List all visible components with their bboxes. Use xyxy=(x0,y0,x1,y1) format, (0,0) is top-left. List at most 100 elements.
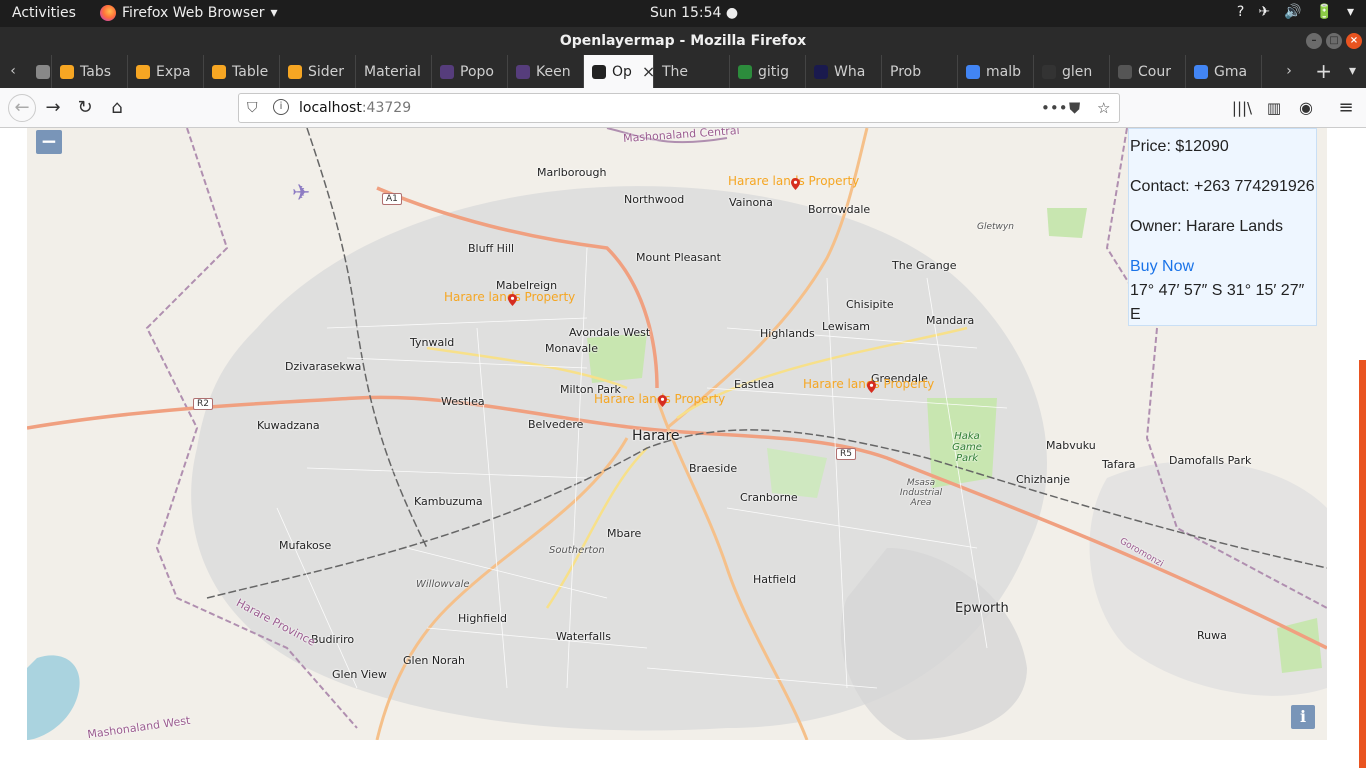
place-label: Vainona xyxy=(729,196,773,209)
maximize-icon[interactable]: □ xyxy=(1326,33,1342,49)
tab-label: Expa xyxy=(156,63,191,80)
place-label: Kuwadzana xyxy=(257,419,320,432)
tab-7[interactable]: Keen xyxy=(508,55,584,88)
list-all-tabs-icon[interactable]: ▾ xyxy=(1349,55,1356,88)
back-button[interactable]: ← xyxy=(8,94,36,122)
zoom-out-button[interactable]: − xyxy=(36,130,62,154)
hamburger-menu-icon[interactable]: ≡ xyxy=(1334,96,1358,120)
tab-2[interactable]: Expa xyxy=(128,55,204,88)
tab-13[interactable]: malb xyxy=(958,55,1034,88)
place-label: Mufakose xyxy=(279,539,332,552)
forward-button[interactable]: → xyxy=(41,96,65,120)
app-menu[interactable]: Firefox Web Browser ▾ xyxy=(100,5,278,21)
navigation-bar: ← → ↻ ⌂ ⛉ i localhost:43729 ••• ⛊ ☆ |||\… xyxy=(0,88,1366,128)
tab-6[interactable]: Popo xyxy=(432,55,508,88)
tab-14[interactable]: glen xyxy=(1034,55,1110,88)
place-label: Budiriro xyxy=(311,633,355,646)
tab-favicon-icon xyxy=(136,64,150,79)
tab-11[interactable]: Wha xyxy=(806,55,882,88)
tab-favicon-icon xyxy=(212,64,226,79)
chevron-down-icon: ▾ xyxy=(270,5,278,21)
tab-label: Sider xyxy=(308,63,345,80)
tab-0[interactable]: yo xyxy=(28,55,52,88)
tab-label: Prob xyxy=(890,63,922,80)
place-label: Marlborough xyxy=(537,166,607,179)
buy-now-link[interactable]: Buy Now xyxy=(1130,258,1194,276)
industrial-area-label: Msasa Industrial Area xyxy=(899,478,943,508)
place-label-city: Harare xyxy=(632,428,680,444)
place-label: Waterfalls xyxy=(556,630,611,643)
tracking-shield-icon[interactable]: ⛉ xyxy=(247,100,258,116)
place-label: Ruwa xyxy=(1197,629,1227,642)
place-label: Eastlea xyxy=(734,378,775,391)
system-tray[interactable]: ? ✈ 🔊 🔋 ▾ xyxy=(1237,4,1354,20)
pocket-icon[interactable]: ⛊ xyxy=(1069,99,1080,117)
clock[interactable]: Sun 15:54 ● xyxy=(650,5,738,21)
tab-label: Table xyxy=(232,63,269,80)
place-label: Damofalls Park xyxy=(1169,454,1252,467)
tab-label: Gma xyxy=(1214,63,1248,80)
network-icon: ? xyxy=(1236,4,1245,20)
place-label: Hatfield xyxy=(753,573,797,586)
tab-3[interactable]: Table xyxy=(204,55,280,88)
battery-icon: 🔋 xyxy=(1315,4,1333,20)
url-bar[interactable]: ⛉ i localhost:43729 ••• ⛊ ☆ xyxy=(238,93,1120,123)
scroll-tabs-left-icon[interactable]: ‹ xyxy=(0,55,26,88)
tab-favicon-icon xyxy=(60,64,74,79)
place-label: Cranborne xyxy=(740,491,798,504)
place-label: Tynwald xyxy=(410,336,455,349)
tab-9[interactable]: The xyxy=(654,55,730,88)
scroll-tabs-right-icon[interactable]: › xyxy=(1276,55,1302,88)
place-label: Glen View xyxy=(332,668,387,681)
close-tab-icon[interactable]: × xyxy=(642,62,653,81)
place-label: Highfield xyxy=(458,612,508,625)
place-label: Kambuzuma xyxy=(414,495,483,508)
tab-label: Wha xyxy=(834,63,866,80)
tab-label: gitig xyxy=(758,63,790,80)
popup-owner: Owner: Harare Lands xyxy=(1130,218,1283,235)
reload-button[interactable]: ↻ xyxy=(73,96,97,120)
tab-16[interactable]: Gma xyxy=(1186,55,1262,88)
tab-favicon-icon xyxy=(36,64,50,79)
place-label: Monavale xyxy=(545,342,599,355)
account-icon[interactable]: ◉ xyxy=(1294,96,1318,120)
place-label: Northwood xyxy=(624,193,685,206)
tab-label: Op xyxy=(612,63,632,80)
tab-favicon-icon xyxy=(1194,64,1208,79)
home-button[interactable]: ⌂ xyxy=(105,96,129,120)
page-actions-icon[interactable]: ••• xyxy=(1041,99,1068,117)
property-marker-pin-icon[interactable] xyxy=(658,395,667,407)
minimize-icon[interactable]: – xyxy=(1306,33,1322,49)
property-marker-pin-icon[interactable] xyxy=(867,381,876,393)
place-label: Chisipite xyxy=(846,298,894,311)
property-marker-pin-icon[interactable] xyxy=(508,294,517,306)
svg-text:✈: ✈ xyxy=(292,181,310,206)
system-top-bar: Activities Firefox Web Browser ▾ Sun 15:… xyxy=(0,0,1366,27)
page-scrollbar[interactable] xyxy=(1359,360,1366,768)
volume-icon: 🔊 xyxy=(1284,4,1302,20)
close-icon[interactable]: × xyxy=(1346,33,1362,49)
tab-label: Cour xyxy=(1138,63,1171,80)
tab-4[interactable]: Sider xyxy=(280,55,356,88)
url-text[interactable]: localhost:43729 xyxy=(299,100,411,116)
place-label: Mbare xyxy=(607,527,642,540)
sidebar-icon[interactable]: ▥ xyxy=(1262,96,1286,120)
activities-button[interactable]: Activities xyxy=(12,5,76,21)
window-title-bar: Openlayermap - Mozilla Firefox – □ × xyxy=(0,27,1366,55)
new-tab-button[interactable]: + xyxy=(1315,55,1332,88)
tab-5[interactable]: Material xyxy=(356,55,432,88)
library-icon[interactable]: |||\ xyxy=(1230,96,1254,120)
attribution-info-button[interactable]: i xyxy=(1291,705,1315,729)
road-shield: A1 xyxy=(382,193,402,205)
property-marker-pin-icon[interactable] xyxy=(791,178,800,190)
place-label: Mount Pleasant xyxy=(636,251,721,264)
place-label: Avondale West xyxy=(569,326,651,339)
tab-15[interactable]: Cour xyxy=(1110,55,1186,88)
tab-10[interactable]: gitig xyxy=(730,55,806,88)
tab-8[interactable]: Op × xyxy=(584,55,654,88)
property-popup: Price: $12090 Contact: +263 774291926 Ow… xyxy=(1128,128,1317,326)
tab-1[interactable]: Tabs xyxy=(52,55,128,88)
tab-12[interactable]: Prob xyxy=(882,55,958,88)
site-info-icon[interactable]: i xyxy=(273,99,289,115)
bookmark-star-icon[interactable]: ☆ xyxy=(1097,99,1110,117)
